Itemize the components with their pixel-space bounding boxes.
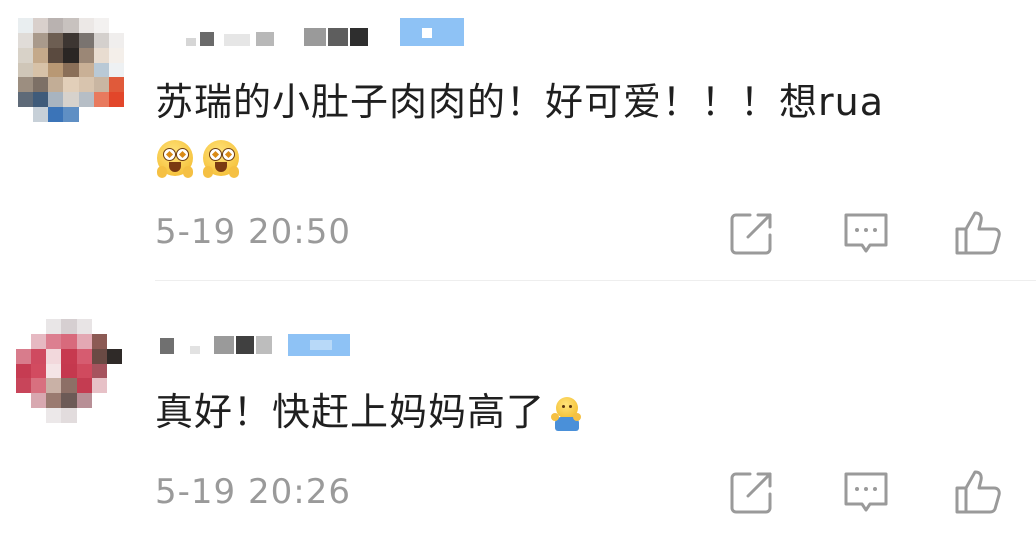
comment-text-content: 真好！快赶上妈妈高了 [155,390,546,434]
share-icon[interactable] [726,207,778,259]
username-pixelated[interactable] [160,332,420,362]
comment-icon[interactable] [840,466,892,518]
comment-text: 苏瑞的小肚子肉肉的！好可爱！！！想rua [155,78,884,126]
like-icon[interactable] [952,207,1004,259]
star-eyes-emoji [201,138,241,178]
comment-item: 苏瑞的小肚子肉肉的！好可爱！！！想rua 5-19 20:50 [0,0,1036,280]
emoji-row [155,138,247,182]
avatar[interactable] [16,319,122,423]
like-icon[interactable] [952,466,1004,518]
comment-text: 真好！快赶上妈妈高了 [155,388,585,436]
comment-text-content: 苏瑞的小肚子肉肉的！好可爱！！！想rua [155,80,884,124]
vip-badge [400,18,464,46]
star-eyes-emoji [155,138,195,178]
comment-icon[interactable] [840,207,892,259]
avatar[interactable] [18,18,124,122]
divider [155,280,1036,281]
timestamp: 5-19 20:26 [155,472,351,512]
timestamp: 5-19 20:50 [155,212,351,252]
username-pixelated[interactable] [160,18,480,48]
comment-item: 真好！快赶上妈妈高了 5-19 20:26 [0,282,1036,535]
share-icon[interactable] [726,466,778,518]
hug-emoji [547,395,585,435]
